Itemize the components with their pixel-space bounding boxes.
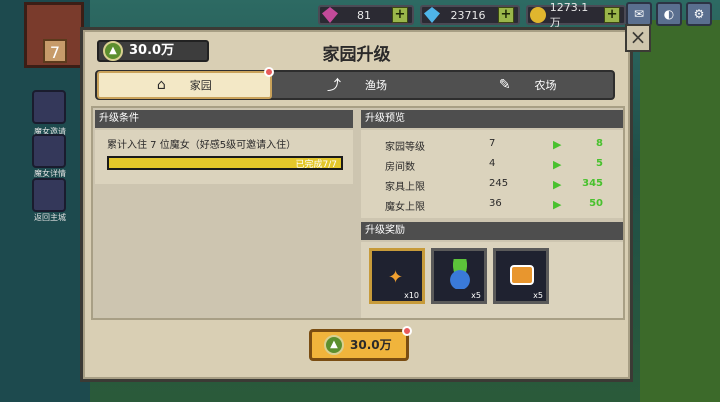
reward-item[interactable]: x5 xyxy=(493,248,549,304)
coin-icon xyxy=(530,7,546,23)
gift-box-icon xyxy=(510,265,534,285)
coin-value: 1273.1万 xyxy=(549,0,589,29)
diamond-counter: 23716 + xyxy=(420,5,520,25)
preview-row-current: 36 xyxy=(489,198,502,209)
tab-home[interactable]: ⌂ 家园 xyxy=(97,67,274,99)
witch-detail-button[interactable] xyxy=(32,134,66,168)
upgrade-notification-dot xyxy=(402,326,412,336)
close-icon: × xyxy=(629,25,647,49)
preview-row-label: 魔女上限 xyxy=(385,202,425,213)
diamond-value: 23716 xyxy=(450,8,486,22)
condition-progress-bar: 已完成7/7 xyxy=(107,156,343,170)
fishhook-icon: ⤴ xyxy=(327,78,341,94)
rewards-header: 升级奖励 xyxy=(361,222,623,240)
tab-home-label: 家园 xyxy=(189,79,212,92)
gem-counter: 81 + xyxy=(318,5,414,25)
resource-bar: 81 + 23716 + 1273.1万 + xyxy=(318,1,626,29)
sparkle-seeds-icon: ✦ xyxy=(388,267,404,288)
right-grass-backdrop xyxy=(640,20,720,402)
preview-row: 家具上限 245 ▶ 345 xyxy=(385,174,609,194)
preview-row-next: 5 xyxy=(596,158,603,169)
arrow-right-icon: ▶ xyxy=(553,198,562,211)
tab-fishery-label: 渔场 xyxy=(365,79,387,92)
upgrade-button-coin-icon: ▲ xyxy=(324,335,344,355)
add-coin-button[interactable]: + xyxy=(604,7,620,23)
conditions-header: 升级条件 xyxy=(95,110,353,128)
preview-row-next: 8 xyxy=(596,138,603,149)
settings-icon[interactable]: ⚙ xyxy=(686,2,712,26)
reward-list: ✦ x10 x5 x5 xyxy=(369,248,549,304)
preview-header: 升级预览 xyxy=(361,110,623,128)
sprout-flower-icon xyxy=(448,259,472,289)
home-level-badge[interactable]: 7 xyxy=(24,2,84,68)
tab-farm-label: 农场 xyxy=(534,79,557,92)
preview-row-current: 4 xyxy=(489,158,496,169)
home-icon: ⌂ xyxy=(156,77,166,93)
witch-invite-button[interactable] xyxy=(32,90,66,124)
add-gem-button[interactable]: + xyxy=(392,7,408,23)
return-city-button[interactable] xyxy=(32,178,66,212)
dialog-title: 家园升级 xyxy=(322,45,391,65)
carrot-icon: ✎ xyxy=(498,77,511,93)
reward-qty: x5 xyxy=(471,291,481,300)
reward-item[interactable]: x5 xyxy=(431,248,487,304)
condition-text: 累计入住 7 位魔女（好感5级可邀请入住） xyxy=(107,140,297,151)
dialog-content: 升级条件 累计入住 7 位魔女（好感5级可邀请入住） 已完成7/7 升级预览 家… xyxy=(91,106,625,320)
diamond-icon xyxy=(424,7,440,23)
mail-icon[interactable]: ✉ xyxy=(626,2,652,26)
preview-row-label: 房间数 xyxy=(385,162,415,173)
preview-row-label: 家园等级 xyxy=(385,142,425,153)
upgrade-button-label: 30.0万 xyxy=(350,338,392,352)
progress-label: 已完成7/7 xyxy=(295,160,338,170)
notice-icon[interactable]: ◐ xyxy=(656,2,682,26)
home-upgrade-dialog: ▲ 30.0万 家园升级 × ⌂ 家园 ⤴ 渔场 ✎ 农场 升级条件 累计入住 … xyxy=(80,24,651,382)
preview-row: 家园等级 7 ▶ 8 xyxy=(385,134,609,154)
preview-row: 魔女上限 36 ▶ 50 xyxy=(385,194,609,214)
return-city-label: 返回主城 xyxy=(34,213,66,222)
reward-qty: x5 xyxy=(533,291,543,300)
gem-icon xyxy=(322,7,338,23)
upgrade-button[interactable]: ▲ 30.0万 xyxy=(309,326,412,361)
arrow-right-icon: ▶ xyxy=(553,178,562,191)
preview-row-current: 7 xyxy=(489,138,496,149)
preview-row: 房间数 4 ▶ 5 xyxy=(385,154,609,174)
coin-counter: 1273.1万 + xyxy=(526,1,626,29)
preview-row-current: 245 xyxy=(489,178,509,189)
preview-row-label: 家具上限 xyxy=(385,182,425,193)
arrow-right-icon: ▶ xyxy=(553,158,562,171)
close-button[interactable]: × xyxy=(625,24,651,52)
upgrade-tabs: ⌂ 家园 ⤴ 渔场 ✎ 农场 xyxy=(95,67,615,100)
tab-farm[interactable]: ✎ 农场 xyxy=(442,72,613,98)
preview-row-next: 50 xyxy=(589,198,603,209)
preview-row-next: 345 xyxy=(582,178,603,189)
reward-item[interactable]: ✦ x10 xyxy=(369,248,425,304)
reward-qty: x10 xyxy=(404,291,419,300)
gem-value: 81 xyxy=(357,8,371,22)
home-level-number: 7 xyxy=(43,39,67,63)
top-right-menu: ✉ ◐ ⚙ xyxy=(626,2,712,26)
arrow-right-icon: ▶ xyxy=(553,138,562,151)
tab-fishery[interactable]: ⤴ 渔场 xyxy=(272,72,443,98)
add-diamond-button[interactable]: + xyxy=(498,7,514,23)
